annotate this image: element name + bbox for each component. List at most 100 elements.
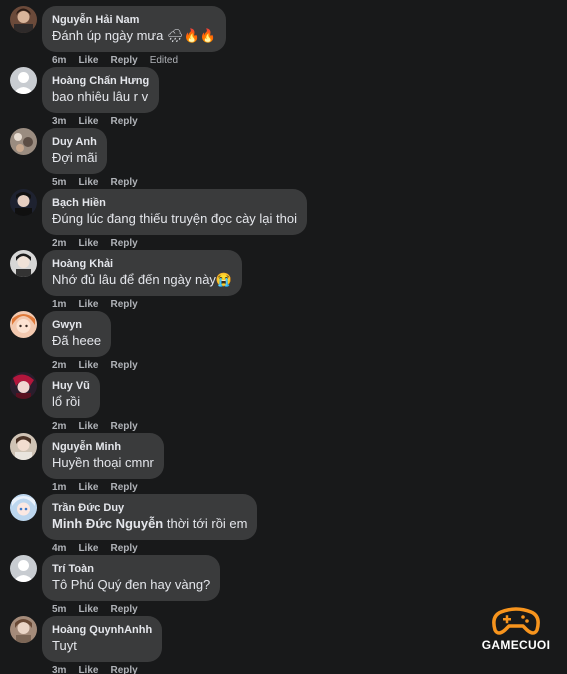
comment-item: Duy Anh Đợi mãi 5m Like Reply [10,128,567,189]
comment-meta: 1m Like Reply [52,299,150,311]
reply-button[interactable]: Reply [110,116,137,127]
comment-time[interactable]: 3m [52,665,66,674]
comment-author[interactable]: Bạch Hiền [52,196,297,210]
comment-bubble: Hoàng QuynhAnhh Tuyt [42,616,163,662]
comment-author[interactable]: Trí Toàn [52,562,210,576]
comment-text: Đánh úp ngày mưa 🌧🔥🔥 [52,28,216,43]
comment-time[interactable]: 4m [52,543,66,554]
comment-time[interactable]: 3m [52,116,66,127]
comment-bubble: Trí Toàn Tô Phú Quý đen hay vàng? [42,555,221,601]
comment-meta: 5m Like Reply [52,177,150,189]
comment-item: Hoàng Chấn Hưng bao nhiêu lâu r v 3m Like… [10,67,567,128]
comment-time[interactable]: 5m [52,604,66,615]
comment-text: lổ rồi [52,394,81,409]
gamecuoi-watermark: GAMECUOI [471,606,561,656]
like-button[interactable]: Like [78,482,98,493]
comment-item: Nguyễn Minh Huyền thoại cmnr 1m Like Reply [10,433,567,494]
like-button[interactable]: Like [78,238,98,249]
avatar[interactable] [10,311,37,338]
avatar[interactable] [10,189,37,216]
comment-item: Huy Vũ lổ rồi 2m Like Reply [10,372,567,433]
comment-item: Trần Đức Duy Minh Đức Nguyễn thời tới rồ… [10,494,567,555]
comment-bubble: Gwyn Đã heee [42,311,112,357]
comment-text: Đợi mãi [52,150,98,165]
comment-item: Nguyễn Hải Nam Đánh úp ngày mưa 🌧🔥🔥 6m Li… [10,6,567,67]
comment-bubble: Bạch Hiền Đúng lúc đang thiếu truyện đọc… [42,189,307,235]
reply-button[interactable]: Reply [110,665,137,674]
comment-text: Huyền thoại cmnr [52,455,154,470]
gamepad-logo-icon [492,607,540,635]
like-button[interactable]: Like [78,55,98,66]
comment-meta: 2m Like Reply [52,360,150,372]
comment-author[interactable]: Nguyễn Minh [52,440,154,454]
comment-text: Minh Đức Nguyễn thời tới rồi em [52,515,247,532]
reply-button[interactable]: Reply [110,55,137,66]
comment-meta: 4m Like Reply [52,543,150,555]
edited-label[interactable]: Edited [150,55,178,66]
comment-text: Tuyt [52,638,77,653]
comment-bubble: Nguyễn Minh Huyền thoại cmnr [42,433,164,479]
avatar[interactable] [10,372,37,399]
comment-meta: 3m Like Reply [52,116,150,128]
comment-time[interactable]: 1m [52,482,66,493]
comment-meta: 1m Like Reply [52,482,150,494]
reply-button[interactable]: Reply [110,543,137,554]
avatar[interactable] [10,6,37,33]
like-button[interactable]: Like [78,177,98,188]
comment-meta: 2m Like Reply [52,421,150,433]
comment-item: Gwyn Đã heee 2m Like Reply [10,311,567,372]
reply-button[interactable]: Reply [110,299,137,310]
like-button[interactable]: Like [78,665,98,674]
comment-text: Tô Phú Quý đen hay vàng? [52,577,211,592]
comment-time[interactable]: 2m [52,360,66,371]
comment-bubble: Nguyễn Hải Nam Đánh úp ngày mưa 🌧🔥🔥 [42,6,226,52]
comment-time[interactable]: 1m [52,299,66,310]
comment-bubble: Hoàng Khải Nhớ đủ lâu để đến ngày này😭 [42,250,243,296]
avatar[interactable] [10,433,37,460]
like-button[interactable]: Like [78,543,98,554]
comment-meta: 5m Like Reply [52,604,150,616]
reply-button[interactable]: Reply [110,421,137,432]
like-button[interactable]: Like [78,360,98,371]
comment-item: Bạch Hiền Đúng lúc đang thiếu truyện đọc… [10,189,567,250]
avatar[interactable] [10,250,37,277]
comment-author[interactable]: Gwyn [52,318,101,332]
comment-time[interactable]: 2m [52,238,66,249]
comment-author[interactable]: Hoàng Chấn Hưng [52,74,149,88]
avatar[interactable] [10,494,37,521]
reply-button[interactable]: Reply [110,177,137,188]
comment-text-rest: thời tới rồi em [163,516,248,531]
comment-author[interactable]: Hoàng QuynhAnhh [52,623,152,637]
comment-author[interactable]: Huy Vũ [52,379,90,393]
avatar[interactable] [10,616,37,643]
comment-meta: 3m Like Reply [52,665,150,674]
avatar[interactable] [10,555,37,582]
comment-time[interactable]: 5m [52,177,66,188]
comment-bubble: Huy Vũ lổ rồi [42,372,100,418]
comment-time[interactable]: 2m [52,421,66,432]
like-button[interactable]: Like [78,299,98,310]
comment-bubble: Trần Đức Duy Minh Đức Nguyễn thời tới rồ… [42,494,258,540]
avatar[interactable] [10,128,37,155]
comment-text: Đúng lúc đang thiếu truyện đọc cày lại t… [52,211,297,226]
comment-bubble: Duy Anh Đợi mãi [42,128,108,174]
comment-author[interactable]: Nguyễn Hải Nam [52,13,216,27]
comment-bubble: Hoàng Chấn Hưng bao nhiêu lâu r v [42,67,160,113]
comment-meta: 6m Like Reply Edited [52,55,190,67]
comment-item: Hoàng Khải Nhớ đủ lâu để đến ngày này😭 1… [10,250,567,311]
reply-button[interactable]: Reply [110,360,137,371]
comment-author[interactable]: Trần Đức Duy [52,501,247,515]
comment-time[interactable]: 6m [52,55,66,66]
watermark-brand: GAMECUOI [481,638,551,652]
like-button[interactable]: Like [78,421,98,432]
reply-button[interactable]: Reply [110,238,137,249]
mention-link[interactable]: Minh Đức Nguyễn [52,516,163,531]
avatar[interactable] [10,67,37,94]
comment-author[interactable]: Hoàng Khải [52,257,232,271]
reply-button[interactable]: Reply [110,482,137,493]
like-button[interactable]: Like [78,116,98,127]
comment-author[interactable]: Duy Anh [52,135,97,149]
comment-thread: Nguyễn Hải Nam Đánh úp ngày mưa 🌧🔥🔥 6m Li… [0,0,567,674]
like-button[interactable]: Like [78,604,98,615]
reply-button[interactable]: Reply [110,604,137,615]
